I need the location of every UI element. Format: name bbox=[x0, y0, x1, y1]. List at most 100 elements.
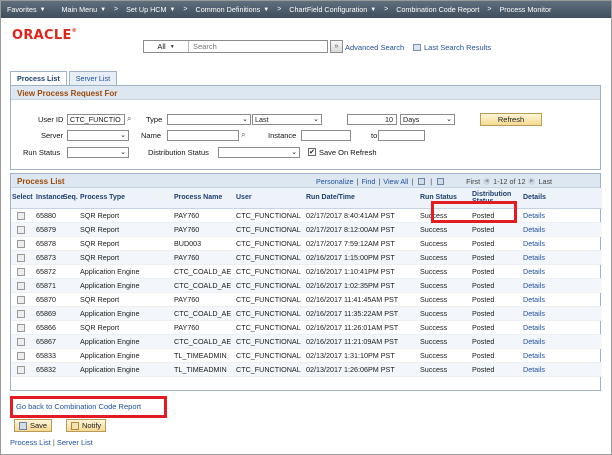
column-header-user[interactable]: User bbox=[233, 188, 303, 209]
row-select-checkbox[interactable] bbox=[17, 225, 25, 234]
nav-item-main-menu[interactable]: Main Menu ▼ bbox=[56, 5, 113, 14]
last-search-results-label[interactable]: Last Search Results bbox=[424, 43, 491, 52]
instance-cell: 65871 bbox=[33, 278, 60, 293]
tab-server-list[interactable]: Server List bbox=[68, 71, 118, 85]
details-link[interactable]: Details bbox=[520, 264, 602, 279]
distribution-status-select[interactable]: ⌄ bbox=[218, 147, 300, 158]
column-header-run-date-time[interactable]: Run Date/Time bbox=[303, 188, 417, 209]
nav-item-common-definitions[interactable]: Common Definitions ▼ bbox=[190, 5, 276, 14]
row-select-checkbox[interactable] bbox=[17, 337, 25, 346]
column-header-seq-[interactable]: Seq. bbox=[60, 188, 78, 209]
row-select-checkbox[interactable] bbox=[17, 239, 25, 248]
details-link[interactable]: Details bbox=[520, 250, 602, 265]
user-id-lookup-icon[interactable]: ⌕ bbox=[127, 114, 131, 124]
column-header-run-status[interactable]: Run Status bbox=[417, 188, 469, 209]
row-select-checkbox[interactable] bbox=[17, 211, 25, 220]
grid-toolbar: Personalize | Find | View All | | First … bbox=[316, 177, 553, 186]
instance-from-field[interactable] bbox=[301, 130, 351, 141]
distribution-status-cell: Posted bbox=[469, 222, 520, 237]
search-input[interactable] bbox=[189, 41, 327, 52]
run-status-select[interactable]: ⌄ bbox=[67, 147, 129, 158]
tab-process-list[interactable]: Process List bbox=[10, 71, 67, 85]
process-list-table: Select Instance Seq. Process Type Process Na… bbox=[11, 188, 602, 377]
type-select[interactable]: ⌄ bbox=[167, 114, 251, 125]
process-type-cell: SQR Report bbox=[77, 292, 171, 307]
instance-cell: 65879 bbox=[33, 222, 60, 237]
table-row: 65870 SQR Report PAY760 CTC_FUNCTIONAL 02/16… bbox=[11, 292, 602, 307]
row-select-checkbox[interactable] bbox=[17, 309, 25, 318]
breadcrumb-separator: > bbox=[277, 6, 282, 13]
nav-item-combination-code-report[interactable]: Combination Code Report bbox=[390, 5, 485, 14]
select-cell bbox=[11, 334, 33, 349]
column-header-process-type[interactable]: Process Type bbox=[77, 188, 171, 209]
nav-item-favorites[interactable]: Favorites ▼ bbox=[1, 5, 52, 14]
details-link[interactable]: Details bbox=[520, 292, 602, 307]
save-on-refresh-checkbox[interactable]: ✔ bbox=[308, 148, 316, 156]
breadcrumb-separator: > bbox=[384, 6, 389, 13]
name-field[interactable] bbox=[167, 130, 239, 141]
name-lookup-icon[interactable]: ⌕ bbox=[241, 130, 245, 140]
select-cell bbox=[11, 292, 33, 307]
advanced-search-link[interactable]: Advanced Search bbox=[345, 43, 404, 52]
search-box: All ▼ bbox=[143, 40, 328, 53]
view-all-link[interactable]: View All bbox=[383, 177, 408, 186]
grid-header: Process List Personalize | Find | View A… bbox=[11, 174, 600, 188]
column-header-instance[interactable]: Instance bbox=[33, 188, 64, 209]
download-icon[interactable] bbox=[437, 178, 445, 185]
column-header-distribution-status[interactable]: Distribution Status bbox=[469, 188, 520, 209]
last-search-results-link[interactable]: Last Search Results bbox=[413, 43, 491, 52]
server-select[interactable]: ⌄ bbox=[67, 130, 129, 141]
details-link[interactable]: Details bbox=[520, 222, 602, 237]
instance-cell: 65866 bbox=[33, 320, 60, 335]
view-process-request-panel: View Process Request For User ID CTC_FUN… bbox=[10, 85, 601, 170]
column-header-details[interactable]: Details bbox=[520, 188, 602, 209]
nav-item-process-monitor[interactable]: Process Monitor bbox=[493, 5, 557, 14]
name-label: Name bbox=[141, 131, 162, 140]
run-status-label: Run Status bbox=[23, 148, 61, 157]
details-link[interactable]: Details bbox=[520, 306, 602, 321]
go-back-link[interactable]: Go back to Combination Code Report bbox=[16, 402, 141, 411]
row-select-checkbox[interactable] bbox=[17, 365, 25, 374]
period-count-field[interactable]: 10 bbox=[347, 114, 397, 125]
details-link[interactable]: Details bbox=[520, 348, 602, 363]
column-header-process-name[interactable]: Process Name bbox=[171, 188, 233, 209]
user-id-field[interactable]: CTC_FUNCTIO bbox=[67, 114, 125, 125]
find-link[interactable]: Find bbox=[361, 177, 375, 186]
row-select-checkbox[interactable] bbox=[17, 351, 25, 360]
period-select[interactable]: Last ⌄ bbox=[252, 114, 322, 125]
row-select-checkbox[interactable] bbox=[17, 281, 25, 290]
nav-item-set-up-hcm[interactable]: Set Up HCM ▼ bbox=[120, 5, 181, 14]
footer-process-list-link[interactable]: Process List bbox=[10, 438, 51, 447]
nav-item-chartfield-configuration[interactable]: ChartField Configuration ▼ bbox=[283, 5, 382, 14]
run-status-cell: Success bbox=[417, 320, 469, 335]
details-link[interactable]: Details bbox=[520, 236, 602, 251]
seq-cell bbox=[60, 278, 77, 293]
period-unit-select[interactable]: Days ⌄ bbox=[400, 114, 455, 125]
row-select-checkbox[interactable] bbox=[17, 267, 25, 276]
previous-icon[interactable]: ◀ bbox=[483, 178, 491, 185]
zoom-icon[interactable] bbox=[418, 178, 426, 185]
distribution-status-cell: Posted bbox=[469, 306, 520, 321]
row-select-checkbox[interactable] bbox=[17, 253, 25, 262]
instance-to-field[interactable] bbox=[378, 130, 425, 141]
details-link[interactable]: Details bbox=[520, 278, 602, 293]
details-link[interactable]: Details bbox=[520, 362, 602, 377]
details-link[interactable]: Details bbox=[520, 320, 602, 335]
distribution-status-cell: Posted bbox=[469, 208, 520, 223]
refresh-button[interactable]: Refresh bbox=[480, 113, 542, 126]
notify-button[interactable]: Notify bbox=[66, 419, 107, 432]
user-cell: CTC_FUNCTIONAL bbox=[233, 292, 303, 307]
footer-server-list-link[interactable]: Server List bbox=[57, 438, 93, 447]
row-select-checkbox[interactable] bbox=[17, 323, 25, 332]
save-button[interactable]: Save bbox=[14, 419, 53, 432]
nav-item-label: Favorites bbox=[7, 5, 37, 14]
details-link[interactable]: Details bbox=[520, 334, 602, 349]
seq-cell bbox=[60, 334, 77, 349]
next-icon[interactable]: ▶ bbox=[528, 178, 536, 185]
search-go-button[interactable]: » bbox=[330, 40, 343, 53]
personalize-link[interactable]: Personalize bbox=[316, 177, 354, 186]
details-link[interactable]: Details bbox=[520, 208, 602, 223]
row-select-checkbox[interactable] bbox=[17, 295, 25, 304]
chevron-down-icon: ▼ bbox=[370, 6, 377, 13]
search-scope-select[interactable]: All ▼ bbox=[144, 41, 189, 52]
